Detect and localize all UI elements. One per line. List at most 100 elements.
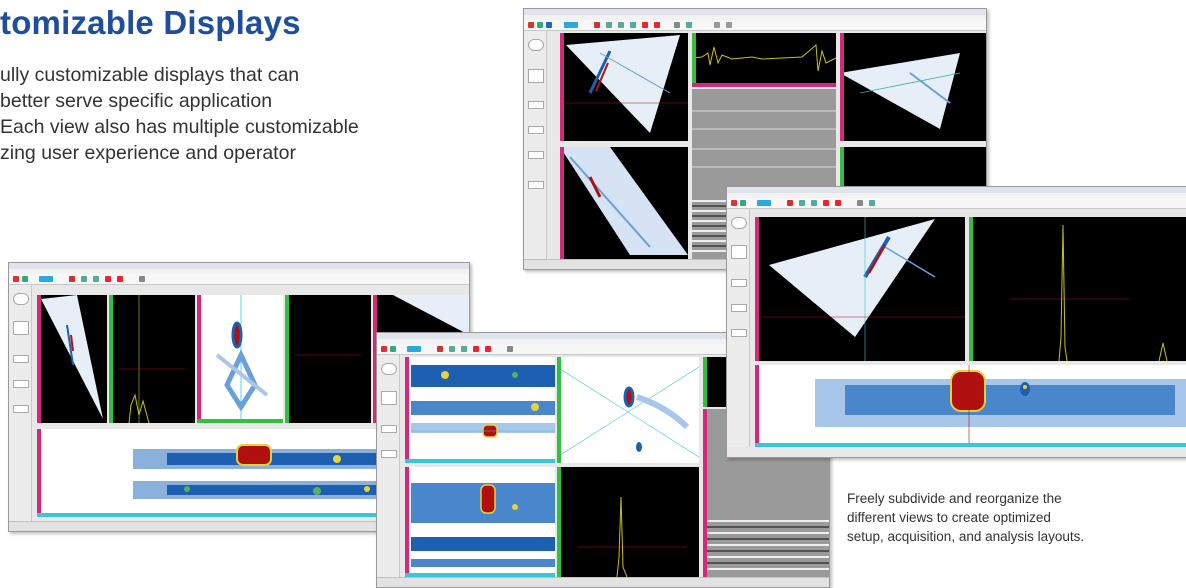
- panel-control[interactable]: [528, 181, 544, 189]
- toolbar-icon[interactable]: [630, 22, 636, 28]
- toolbar-icon[interactable]: [823, 200, 829, 206]
- view-edge-bar: [560, 33, 564, 141]
- sector-scan-image: [557, 366, 699, 458]
- sector-scan-image: [560, 35, 688, 133]
- toolbar-icon[interactable]: [117, 276, 123, 282]
- view-edge-bar: [703, 409, 707, 577]
- panel-control[interactable]: [13, 355, 29, 363]
- panel-control[interactable]: [528, 101, 544, 109]
- a-scan-view: [109, 295, 195, 423]
- sector-scan-image: [215, 295, 269, 423]
- toolbar-icon[interactable]: [22, 276, 28, 282]
- panel-control[interactable]: [381, 450, 397, 458]
- panel-control[interactable]: [13, 405, 29, 413]
- toolbar-icon[interactable]: [39, 276, 53, 282]
- left-control-panel: [524, 31, 547, 259]
- toolbar-icon[interactable]: [799, 200, 805, 206]
- a-scan-view: [969, 217, 1186, 361]
- screenshot-right-front: [726, 186, 1186, 458]
- toolbar-icon[interactable]: [714, 22, 720, 28]
- panel-control[interactable]: [731, 279, 747, 287]
- toolbar-icon[interactable]: [13, 276, 19, 282]
- sector-scan-image: [560, 147, 688, 255]
- intro-line: better serve specific application: [0, 90, 273, 112]
- toolbar-icon[interactable]: [407, 346, 421, 352]
- c-scan-image: [815, 365, 1186, 447]
- panel-control[interactable]: [381, 425, 397, 433]
- toolbar-icon[interactable]: [618, 22, 624, 28]
- toolbar-icon[interactable]: [139, 276, 145, 282]
- toolbar-icon[interactable]: [731, 200, 737, 206]
- toolbar-icon[interactable]: [857, 200, 863, 206]
- toolbar-icon[interactable]: [390, 346, 396, 352]
- toolbar-icon[interactable]: [726, 22, 732, 28]
- a-scan-waveform: [692, 43, 836, 72]
- toolbar-icon[interactable]: [811, 200, 817, 206]
- toolbar-icon[interactable]: [686, 22, 692, 28]
- view-edge-bar: [969, 217, 973, 361]
- toolbar-icon[interactable]: [654, 22, 660, 28]
- toolbar-icon[interactable]: [835, 200, 841, 206]
- toolbar-icon[interactable]: [473, 346, 479, 352]
- view-edge-bar: [755, 217, 759, 361]
- sector-scan-image: [755, 217, 965, 361]
- view-edge-bar: [405, 357, 409, 463]
- c-scan-image: [405, 365, 555, 438]
- toolbar-icon[interactable]: [93, 276, 99, 282]
- a-scan-waveform: [295, 354, 361, 356]
- sector-scan-view: [560, 147, 688, 259]
- sector-scan-view: [840, 33, 986, 141]
- panel-control[interactable]: [13, 293, 29, 305]
- view-edge-bar: [405, 467, 409, 577]
- sector-scan-view: [755, 217, 965, 361]
- panel-control[interactable]: [13, 321, 29, 335]
- toolbar-icon[interactable]: [437, 346, 443, 352]
- panel-control[interactable]: [731, 245, 747, 259]
- panel-control[interactable]: [381, 391, 397, 405]
- panel-control[interactable]: [731, 304, 747, 312]
- view-edge-bar: [557, 467, 561, 577]
- page-heading: tomizable Displays: [0, 4, 301, 41]
- view-edge-bar: [37, 429, 41, 517]
- toolbar-icon[interactable]: [69, 276, 75, 282]
- a-scan-view: [285, 295, 371, 423]
- panel-control[interactable]: [528, 151, 544, 159]
- toolbar-icon[interactable]: [507, 346, 513, 352]
- toolbar-icon[interactable]: [642, 22, 648, 28]
- view-edge-bar: [285, 295, 289, 423]
- toolbar-icon[interactable]: [81, 276, 87, 282]
- toolbar-icon[interactable]: [787, 200, 793, 206]
- toolbar-icon[interactable]: [674, 22, 680, 28]
- toolbar-icon[interactable]: [869, 200, 875, 206]
- toolbar-icon[interactable]: [740, 200, 746, 206]
- toolbar-icon[interactable]: [757, 200, 771, 206]
- toolbar-icon[interactable]: [594, 22, 600, 28]
- panel-control[interactable]: [528, 39, 544, 51]
- toolbar-icon[interactable]: [606, 22, 612, 28]
- toolbar-icon[interactable]: [528, 22, 534, 28]
- sector-scan-image: [41, 295, 103, 419]
- panel-control[interactable]: [381, 363, 397, 375]
- view-edge-bar: [197, 295, 201, 423]
- panel-control[interactable]: [731, 329, 747, 337]
- a-scan-waveform: [119, 295, 185, 423]
- sector-scan-view: [560, 33, 688, 141]
- sector-scan-image: [840, 53, 961, 129]
- toolbar-icon[interactable]: [564, 22, 578, 28]
- view-edge-bar: [560, 147, 564, 259]
- toolbar-icon[interactable]: [381, 346, 387, 352]
- toolbar-icon[interactable]: [485, 346, 491, 352]
- toolbar-icon[interactable]: [105, 276, 111, 282]
- toolbar-icon[interactable]: [546, 22, 552, 28]
- a-scan-view: [692, 33, 836, 83]
- panel-control[interactable]: [13, 380, 29, 388]
- left-control-panel: [727, 209, 750, 447]
- toolbar-icon[interactable]: [461, 346, 467, 352]
- view-edge-bar: [840, 33, 844, 141]
- panel-control[interactable]: [731, 217, 747, 229]
- panel-control[interactable]: [528, 126, 544, 134]
- a-scan-waveform: [577, 496, 687, 577]
- toolbar-icon[interactable]: [537, 22, 543, 28]
- panel-control[interactable]: [528, 69, 544, 83]
- toolbar-icon[interactable]: [449, 346, 455, 352]
